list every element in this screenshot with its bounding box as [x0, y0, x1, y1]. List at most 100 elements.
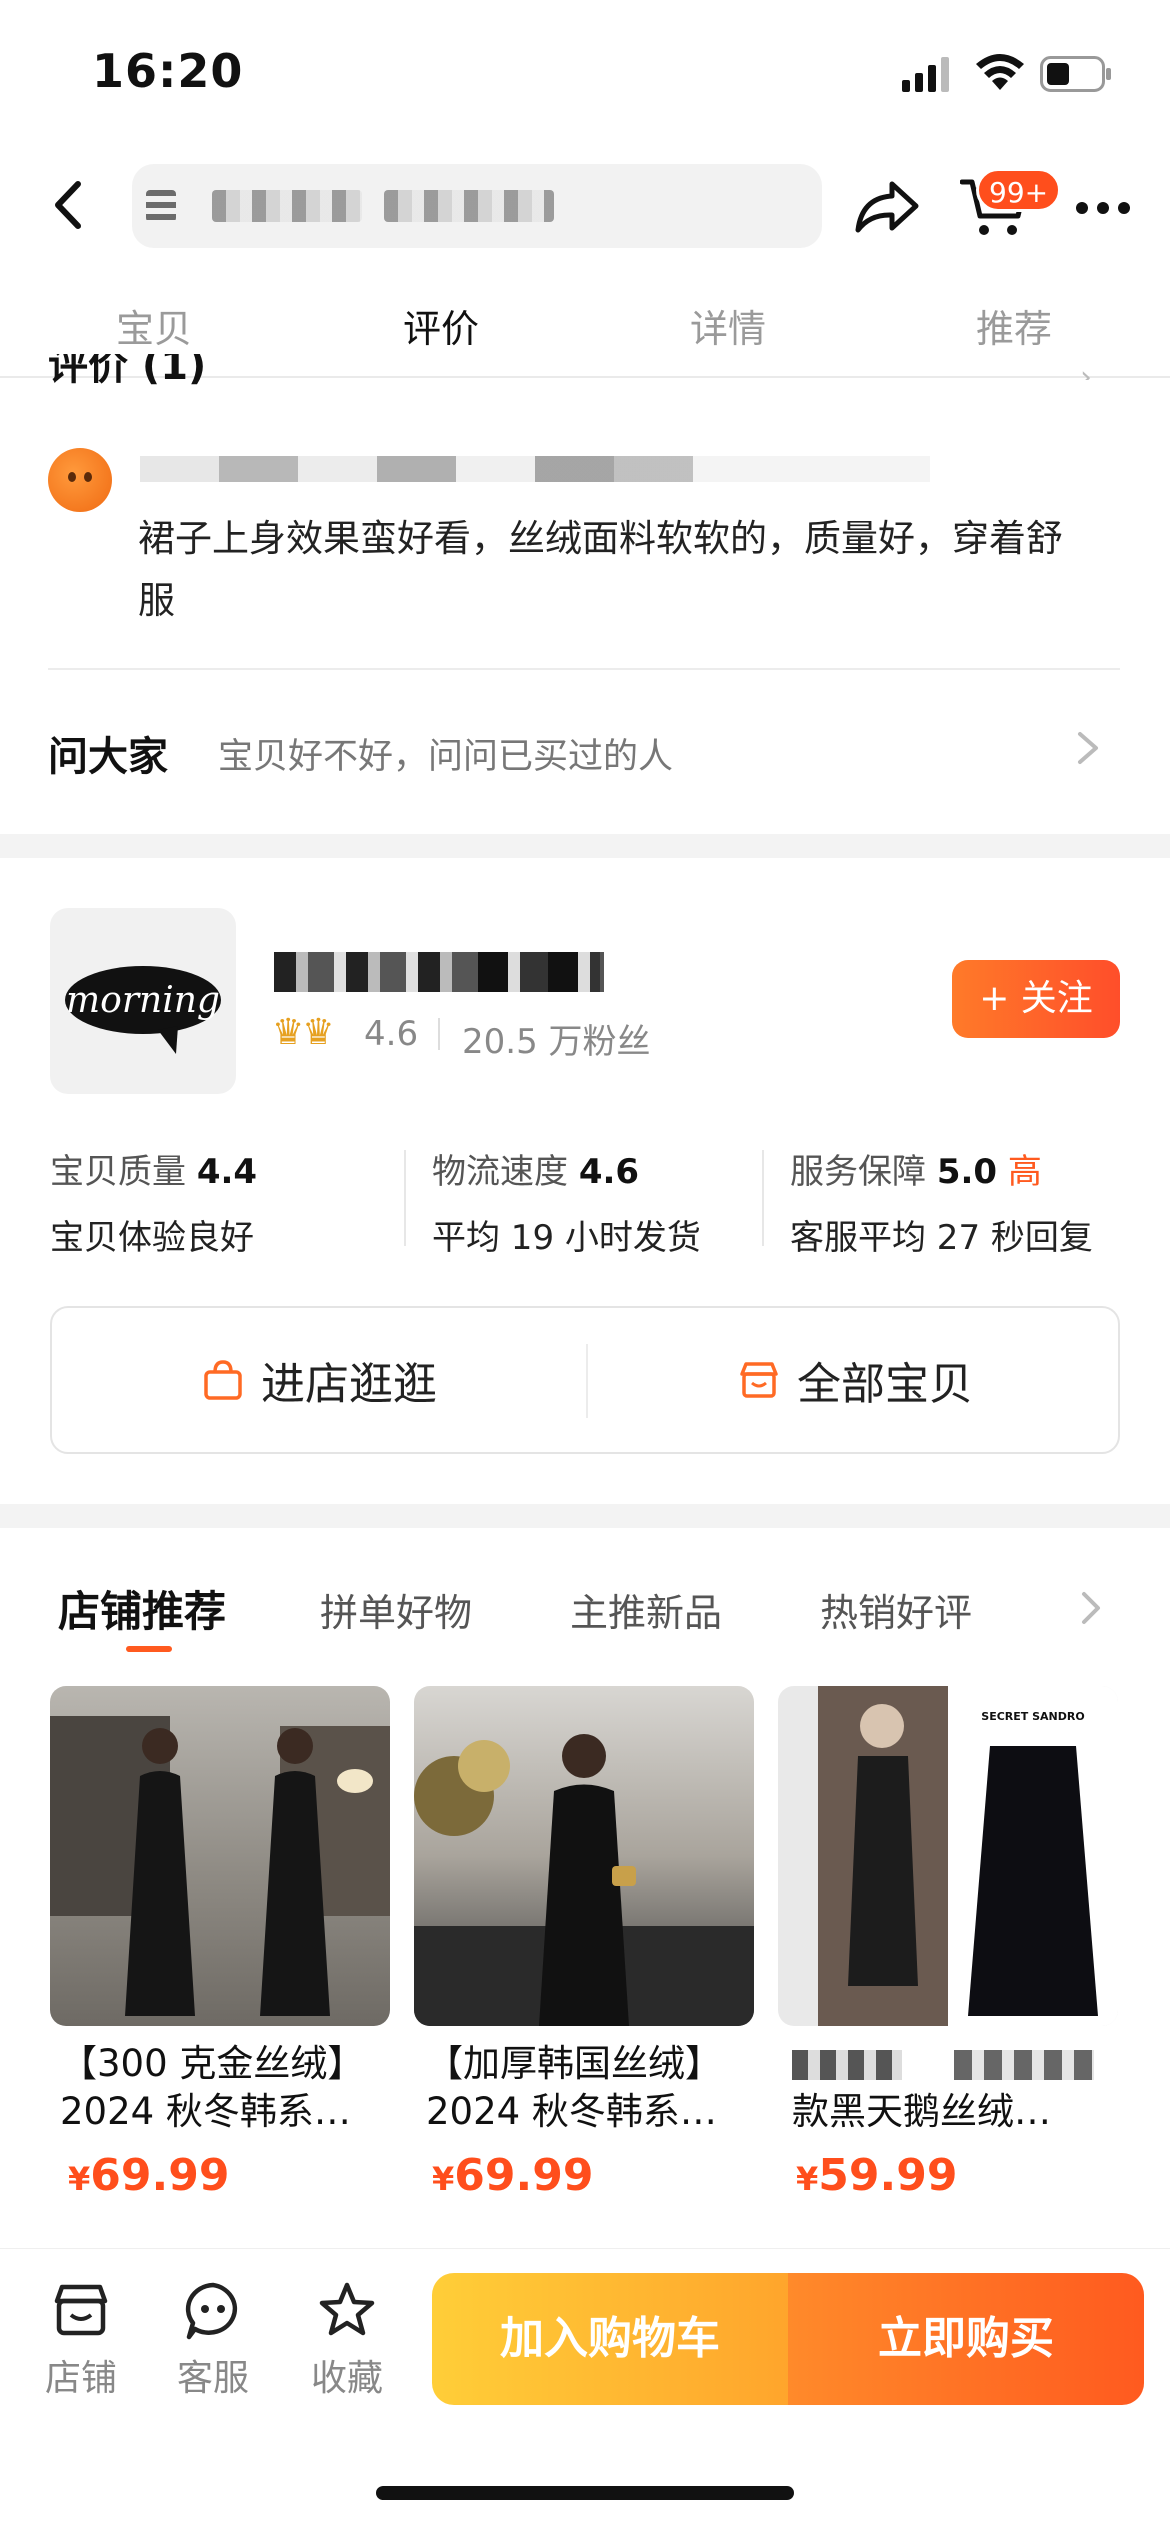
- buy-now-button[interactable]: 立即购买: [788, 2273, 1144, 2405]
- enter-store-label: 进店逛逛: [261, 1359, 437, 1410]
- status-time: 16:20: [92, 44, 244, 98]
- rec-tab-hot[interactable]: 热销好评: [820, 1582, 972, 1637]
- rec-tab-new[interactable]: 主推新品: [570, 1582, 722, 1637]
- reviewer-name-blurred: [140, 456, 930, 482]
- product-title-line: 款黑天鹅丝绒…: [792, 2090, 1051, 2133]
- favorite-tab[interactable]: 收藏: [292, 2279, 402, 2401]
- tab-recommend[interactable]: 推荐: [934, 298, 1094, 353]
- reviewer-avatar: [48, 448, 112, 512]
- tab-product[interactable]: 宝贝: [74, 298, 234, 353]
- metric-quality: 宝贝质量 4.4: [50, 1144, 257, 1193]
- metric-tag: 高: [1007, 1152, 1042, 1192]
- shop-logo[interactable]: morning: [50, 908, 236, 1094]
- store-icon: [740, 1362, 778, 1398]
- back-icon[interactable]: [40, 170, 96, 240]
- metric-value: 4.6: [578, 1152, 640, 1192]
- store-icon: [54, 2284, 108, 2336]
- price-value: 59.99: [818, 2150, 958, 2201]
- metric-label: 物流速度: [432, 1152, 568, 1192]
- currency-symbol: ¥: [68, 2160, 91, 2198]
- product-photo: SECRET SANDRO: [818, 1686, 1118, 2026]
- share-icon[interactable]: [854, 178, 920, 236]
- bag-icon: [204, 1360, 242, 1400]
- divider: [404, 1150, 406, 1246]
- section-gap: [0, 834, 1170, 858]
- product-image[interactable]: SECRET SANDRO: [778, 1686, 1118, 2026]
- shop-fans: 20.5 万粉丝: [462, 1022, 651, 1062]
- product-photo: [50, 1716, 390, 2016]
- home-indicator[interactable]: [376, 2486, 794, 2500]
- shop-tab[interactable]: 店铺: [26, 2279, 136, 2401]
- ask-subtitle[interactable]: 宝贝好不好，问问已买过的人: [218, 728, 673, 779]
- shop-label: 店铺: [44, 2358, 117, 2399]
- cart-count-badge: 99+: [976, 168, 1062, 212]
- all-items-label: 全部宝贝: [797, 1359, 973, 1410]
- store-buttons: 进店逛逛 全部宝贝: [50, 1306, 1120, 1454]
- chevron-right-icon[interactable]: [1076, 728, 1100, 768]
- shop-logo-text: morning: [66, 980, 220, 1021]
- product-title-line: 2024 秋冬韩系…: [426, 2090, 717, 2133]
- product-title[interactable]: 【300 克金丝绒】 2024 秋冬韩系…: [60, 2040, 400, 2136]
- avatar-eye: [84, 472, 92, 482]
- blurred-title: [212, 190, 362, 222]
- chevron-right-icon[interactable]: [1080, 1588, 1102, 1628]
- tab-details[interactable]: 详情: [648, 298, 808, 353]
- product-image[interactable]: [50, 1686, 390, 2026]
- reviews-section-title[interactable]: 评价 (1): [48, 354, 206, 392]
- metric-value: 5.0: [936, 1152, 998, 1192]
- all-items-button[interactable]: 全部宝贝: [588, 1308, 1122, 1452]
- shop-rating: 4.6: [364, 1014, 419, 1054]
- shop-name-blurred[interactable]: [478, 952, 600, 992]
- metric-service: 服务保障 5.0 高: [790, 1144, 1042, 1193]
- avatar-eye: [68, 472, 76, 482]
- product-title-line: 【加厚韩国丝绒】: [426, 2042, 722, 2085]
- metric-label: 宝贝质量: [50, 1152, 186, 1192]
- product-image[interactable]: [414, 1686, 754, 2026]
- product-title[interactable]: 款黑天鹅丝绒…: [792, 2040, 1132, 2136]
- product-title[interactable]: 【加厚韩国丝绒】 2024 秋冬韩系…: [426, 2040, 766, 2136]
- product-title-line-blurred: [792, 2040, 1132, 2088]
- chat-icon: [185, 2282, 238, 2340]
- image-brand-text: SECRET SANDRO: [981, 1710, 1084, 1723]
- customer-service-tab[interactable]: 客服: [158, 2279, 268, 2401]
- blurred-title: [384, 190, 554, 222]
- menu-glyph: [146, 190, 176, 222]
- active-tab-indicator: [126, 1646, 172, 1652]
- divider: [762, 1150, 764, 1246]
- price-value: 69.99: [454, 2150, 594, 2201]
- product-price: ¥69.99: [68, 2150, 229, 2201]
- metric-quality-sub: 宝贝体验良好: [50, 1218, 254, 1258]
- section-gap: [0, 1504, 1170, 1528]
- product-price: ¥69.99: [432, 2150, 593, 2201]
- product-photo: [414, 1734, 754, 2026]
- chevron-right-icon[interactable]: ›: [1080, 360, 1092, 380]
- service-label: 客服: [176, 2358, 249, 2399]
- rec-tab-shop[interactable]: 店铺推荐: [58, 1578, 226, 1639]
- add-to-cart-button[interactable]: 加入购物车: [432, 2273, 788, 2405]
- more-icon[interactable]: [1074, 200, 1132, 216]
- battery-icon: [1040, 56, 1111, 92]
- crown-rating-icon: ♛♛: [272, 1012, 335, 1053]
- product-title-line: 【300 克金丝绒】: [60, 2042, 365, 2085]
- metric-logistics-sub: 平均 19 小时发货: [432, 1218, 701, 1258]
- price-value: 69.99: [90, 2150, 230, 2201]
- ask-title[interactable]: 问大家: [48, 724, 168, 782]
- review-text: 裙子上身效果蛮好看，丝绒面料软软的，质量好，穿着舒服: [138, 517, 1063, 622]
- currency-symbol: ¥: [796, 2160, 819, 2198]
- metric-label: 服务保障: [790, 1152, 926, 1192]
- favorite-label: 收藏: [310, 2358, 383, 2399]
- metric-logistics: 物流速度 4.6: [432, 1144, 639, 1193]
- product-title-line: 2024 秋冬韩系…: [60, 2090, 351, 2133]
- metric-service-sub: 客服平均 27 秒回复: [790, 1218, 1093, 1258]
- product-price: ¥59.99: [796, 2150, 957, 2201]
- rec-tab-group[interactable]: 拼单好物: [320, 1582, 472, 1637]
- divider: [48, 668, 1120, 670]
- tab-reviews[interactable]: 评价: [361, 298, 521, 353]
- wifi-icon: [976, 54, 1024, 90]
- follow-button[interactable]: + 关注: [952, 960, 1120, 1038]
- search-bar[interactable]: [132, 164, 822, 248]
- star-icon: [319, 2282, 375, 2336]
- enter-store-button[interactable]: 进店逛逛: [52, 1308, 586, 1452]
- currency-symbol: ¥: [432, 2160, 455, 2198]
- divider: [438, 1018, 440, 1050]
